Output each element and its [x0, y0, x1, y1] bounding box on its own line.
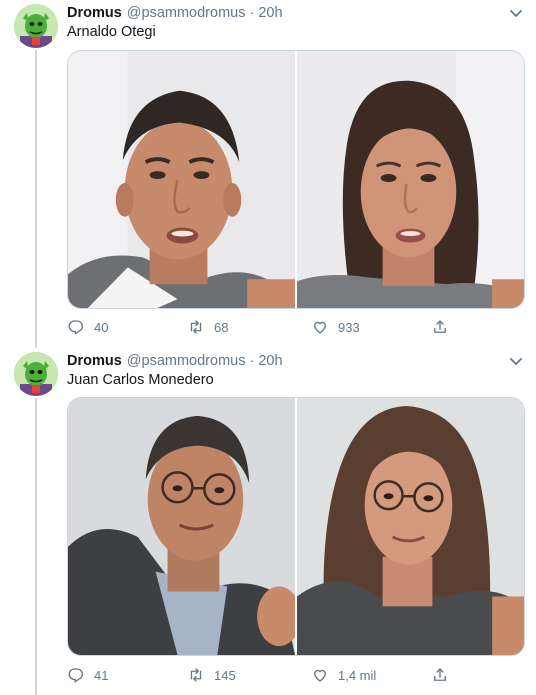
avatar[interactable]	[14, 4, 58, 48]
tweet-actions: 41 145 1,4 mil	[67, 664, 467, 686]
photo-man[interactable]	[68, 51, 295, 308]
thread-connector	[35, 50, 37, 348]
author-name[interactable]: Dromus	[67, 5, 122, 21]
heart-icon	[314, 321, 326, 334]
tweet-timestamp[interactable]: 20h	[258, 353, 282, 369]
reply-count: 41	[94, 667, 109, 683]
author-handle[interactable]: @psammodromus	[127, 353, 246, 369]
tweet[interactable]: Dromus @psammodromus · 20h Juan Carlos M…	[0, 348, 536, 695]
reply-button[interactable]: 41	[67, 664, 108, 686]
like-count: 1,4 mil	[338, 667, 377, 683]
reply-count: 40	[94, 319, 109, 335]
retweet-count: 68	[214, 319, 229, 335]
tweet-actions: 40 68 933	[67, 316, 467, 338]
like-button[interactable]: 933	[311, 316, 360, 338]
photo-woman-glasses[interactable]	[297, 398, 524, 655]
tweet-text: Arnaldo Otegi	[67, 24, 156, 40]
author-name[interactable]: Dromus	[67, 353, 122, 369]
retweet-count: 145	[214, 667, 236, 683]
photo-man-glasses[interactable]	[68, 398, 295, 655]
chevron-down-icon[interactable]	[509, 357, 523, 367]
retweet-icon	[190, 320, 202, 334]
share-button[interactable]	[431, 664, 458, 686]
like-button[interactable]: 1,4 mil	[311, 664, 376, 686]
tweet[interactable]: Dromus @psammodromus · 20h Arnaldo Otegi	[0, 0, 536, 348]
reply-button[interactable]: 40	[67, 316, 108, 338]
like-count: 933	[338, 319, 360, 335]
tweet-timestamp[interactable]: 20h	[258, 5, 282, 21]
tweet-media[interactable]	[67, 397, 525, 656]
photo-woman[interactable]	[297, 51, 524, 308]
retweet-icon	[190, 668, 202, 682]
author-handle[interactable]: @psammodromus	[127, 5, 246, 21]
thread-connector	[35, 398, 37, 695]
tweet-header: Dromus @psammodromus · 20h	[67, 353, 283, 371]
separator-dot: ·	[249, 353, 255, 369]
chevron-down-icon[interactable]	[509, 9, 523, 19]
avatar[interactable]	[14, 352, 58, 396]
heart-icon	[314, 669, 326, 682]
separator-dot: ·	[249, 5, 255, 21]
share-icon	[434, 668, 446, 681]
share-icon	[434, 320, 446, 333]
retweet-button[interactable]: 68	[187, 316, 228, 338]
tweet-text: Juan Carlos Monedero	[67, 372, 214, 388]
retweet-button[interactable]: 145	[187, 664, 236, 686]
share-button[interactable]	[431, 316, 458, 338]
tweet-media[interactable]	[67, 50, 525, 309]
tweet-header: Dromus @psammodromus · 20h	[67, 5, 283, 23]
reply-icon	[68, 668, 83, 683]
reply-icon	[68, 320, 83, 335]
